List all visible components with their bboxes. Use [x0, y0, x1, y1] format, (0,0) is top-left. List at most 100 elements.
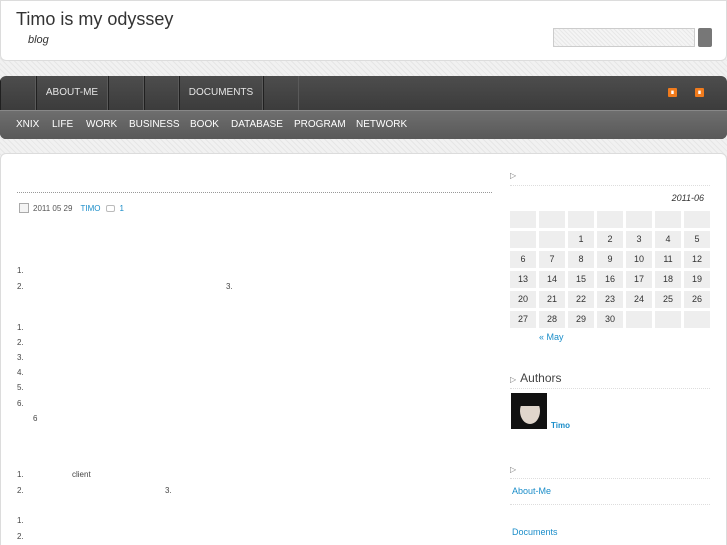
widget-divider: [510, 185, 710, 186]
calendar-day: [626, 311, 652, 328]
post-line-text: 3.: [226, 282, 233, 291]
calendar-day: 28: [539, 311, 565, 328]
category-xnix[interactable]: XNIX: [16, 111, 39, 139]
calendar-day: [510, 231, 536, 248]
comment-icon: [106, 204, 116, 212]
widget-divider: [510, 504, 710, 505]
page-menu: ABOUT-ME DOCUMENTS ∎ ∎: [0, 76, 727, 110]
post-line-number: 2.: [17, 282, 24, 291]
post-line-number: 1.: [17, 266, 24, 275]
calendar-grid: 1 2 3 4 5 6 7 8 9 10 11 12 13 14 15 16 17 18 19 20 21 22 23 24 2…: [510, 211, 713, 328]
calendar-day: [626, 211, 652, 228]
calendar-day: 23: [597, 291, 623, 308]
post-line-number: 3.: [17, 353, 24, 362]
post-line-number: 6.: [17, 399, 24, 408]
category-program[interactable]: PROGRAM: [294, 111, 346, 139]
rss-icon[interactable]: ∎: [695, 88, 704, 97]
chevron-right-icon: ▷: [510, 171, 517, 180]
calendar-day: 24: [626, 291, 652, 308]
calendar-day: [684, 311, 710, 328]
avatar[interactable]: [511, 393, 547, 429]
comment-count-link[interactable]: 1: [119, 204, 123, 213]
calendar-day: 7: [539, 251, 565, 268]
widget-divider: [510, 478, 710, 479]
calendar-day: [510, 211, 536, 228]
category-business[interactable]: BUSINESS: [129, 111, 180, 139]
calendar-day: 4: [655, 231, 681, 248]
post-date: 2011 05 29: [33, 203, 73, 213]
calendar-day: 8: [568, 251, 594, 268]
calendar-day: 30: [597, 311, 623, 328]
search-button[interactable]: [698, 28, 712, 47]
calendar-day: 9: [597, 251, 623, 268]
post-line-number: 1.: [17, 470, 24, 479]
calendar-day: 26: [684, 291, 710, 308]
pages-widget-title: ▷: [510, 461, 520, 475]
authors-title: Authors: [520, 371, 562, 385]
chevron-right-icon: ▷: [510, 465, 517, 474]
category-database[interactable]: DATABASE: [231, 111, 283, 139]
category-network[interactable]: NETWORK: [356, 111, 407, 139]
calendar-day: 22: [568, 291, 594, 308]
calendar-day: 20: [510, 291, 536, 308]
calendar-day: [539, 211, 565, 228]
calendar-day: 5: [684, 231, 710, 248]
calendar-day: [655, 211, 681, 228]
category-menu: XNIX LIFE WORK BUSINESS BOOK DATABASE PR…: [0, 110, 727, 139]
author-name-link[interactable]: Timo: [551, 421, 570, 430]
calendar-day: 11: [655, 251, 681, 268]
site-header: Timo is my odyssey blog: [0, 0, 727, 61]
nav-item-blank-4[interactable]: [263, 76, 299, 110]
post-line-number: 2.: [17, 338, 24, 347]
calendar-caption: 2011-06: [671, 193, 704, 203]
calendar-day: 10: [626, 251, 652, 268]
calendar-day: [539, 231, 565, 248]
nav-item-about-me[interactable]: ABOUT-ME: [36, 76, 108, 110]
page-link-documents[interactable]: Documents: [512, 527, 558, 537]
post-line-text: 6: [33, 414, 38, 423]
search-input[interactable]: [553, 28, 695, 47]
post-line-number: 5.: [17, 383, 24, 392]
site-title[interactable]: Timo is my odyssey: [16, 9, 173, 30]
post-title-divider: [17, 192, 492, 193]
calendar-day: 1: [568, 231, 594, 248]
post-line-text: client: [72, 470, 91, 479]
post-line-number: 1.: [17, 516, 24, 525]
site-tagline: blog: [28, 34, 49, 46]
nav-item-blank-3[interactable]: [144, 76, 179, 110]
calendar-widget-title: ▷: [510, 167, 520, 181]
calendar-prev-month-link[interactable]: « May: [539, 332, 564, 342]
nav-item-blank-2[interactable]: [108, 76, 144, 110]
calendar-day: 15: [568, 271, 594, 288]
post-author-link[interactable]: TIMO: [80, 204, 100, 213]
post-line-text: 3.: [165, 486, 172, 495]
chevron-right-icon: ▷: [510, 375, 517, 384]
calendar-day: 13: [510, 271, 536, 288]
rss-icon[interactable]: ∎: [668, 88, 677, 97]
category-book[interactable]: BOOK: [190, 111, 219, 139]
calendar-day: 14: [539, 271, 565, 288]
nav-item-blank-1[interactable]: [0, 76, 36, 110]
post-meta: 2011 05 29 TIMO 1: [19, 202, 124, 214]
calendar-day: 2: [597, 231, 623, 248]
calendar-day: 3: [626, 231, 652, 248]
page-link-about-me[interactable]: About-Me: [512, 486, 551, 496]
calendar-day: 25: [655, 291, 681, 308]
main-navigation: ABOUT-ME DOCUMENTS ∎ ∎ XNIX LIFE WORK BU…: [0, 76, 727, 139]
calendar-day: 12: [684, 251, 710, 268]
calendar-day: 18: [655, 271, 681, 288]
post-line-number: 1.: [17, 323, 24, 332]
post-line-number: 2.: [17, 532, 24, 541]
calendar-day: 16: [597, 271, 623, 288]
post-line-number: 4.: [17, 368, 24, 377]
category-life[interactable]: LIFE: [52, 111, 73, 139]
category-work[interactable]: WORK: [86, 111, 117, 139]
post-line-number: 2.: [17, 486, 24, 495]
avatar-hair: [517, 394, 543, 406]
nav-item-documents[interactable]: DOCUMENTS: [179, 76, 263, 110]
calendar-day: [684, 211, 710, 228]
calendar-day: 27: [510, 311, 536, 328]
calendar-day: 6: [510, 251, 536, 268]
calendar-day: 21: [539, 291, 565, 308]
calendar-day: [597, 211, 623, 228]
